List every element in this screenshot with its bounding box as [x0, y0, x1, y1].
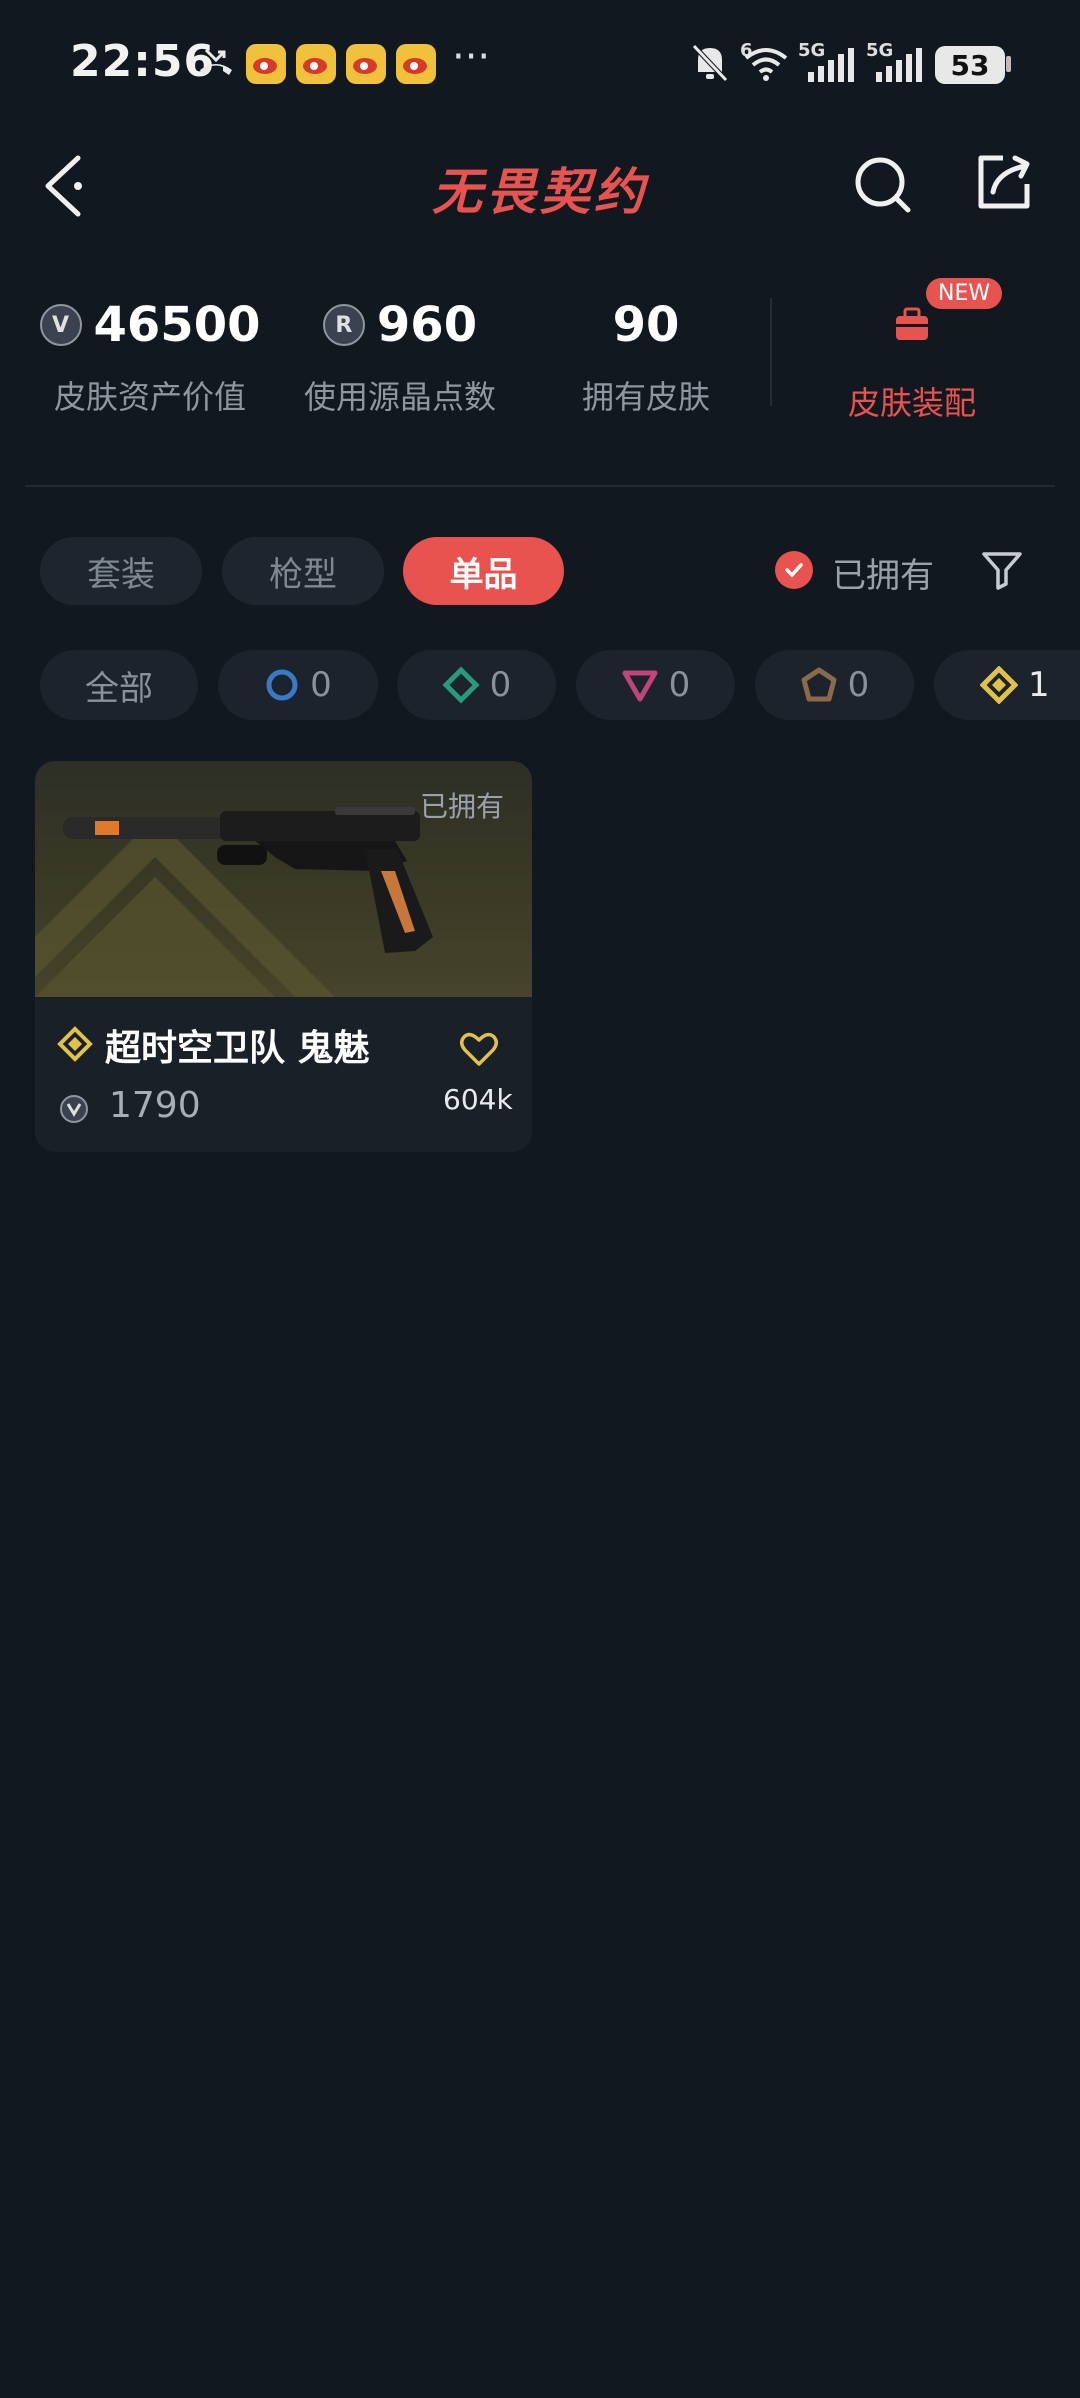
wifi-icon: [744, 48, 788, 81]
back-arrow-icon[interactable]: [40, 150, 90, 220]
weibo-app-icon: [396, 44, 436, 84]
owned-filter-label[interactable]: 已拥有: [832, 548, 934, 597]
divider: [25, 485, 1055, 487]
tab-single-items[interactable]: 单品: [403, 537, 564, 605]
heart-icon[interactable]: [459, 1031, 499, 1067]
share-icon[interactable]: [975, 152, 1033, 212]
more-notifications: ···: [452, 34, 491, 80]
skin-likes: 604k: [443, 1083, 513, 1116]
asset-value-label: 皮肤资产价值: [53, 378, 246, 416]
skin-loadout-button[interactable]: 皮肤装配: [848, 378, 976, 424]
select-tier-icon: [266, 669, 298, 701]
weibo-app-icon: [346, 44, 386, 84]
rarity-chip-exclusive[interactable]: 1: [934, 650, 1080, 720]
skin-image: 已拥有: [35, 761, 532, 997]
search-icon[interactable]: [852, 154, 914, 216]
premium-tier-icon: [622, 670, 658, 702]
radianite-value: 960: [376, 297, 478, 353]
filter-icon[interactable]: [980, 548, 1024, 592]
stats-divider: [770, 298, 772, 406]
stat-owned-skins: 90 拥有皮肤: [546, 290, 746, 418]
skin-name: 超时空卫队 鬼魅: [105, 1028, 370, 1069]
rarity-chip-label: 全部: [85, 668, 153, 709]
weibo-app-icon: [296, 44, 336, 84]
stat-radianite: R 960 使用源晶点数: [290, 290, 510, 418]
tab-bundles[interactable]: 套装: [40, 537, 202, 605]
rarity-chip-select[interactable]: 0: [218, 650, 378, 720]
cell-signal-icon: [876, 48, 922, 82]
ultra-tier-icon: [801, 667, 837, 702]
battery-indicator: 53: [935, 46, 1005, 84]
rarity-chip-count: 0: [847, 665, 870, 705]
rarity-chip-count: 0: [668, 665, 691, 705]
owned-checkbox[interactable]: [775, 551, 813, 589]
stat-asset-value: V 46500 皮肤资产价值: [39, 290, 261, 418]
battery-tip: [1006, 56, 1011, 72]
exclusive-tier-icon: [57, 1026, 93, 1062]
rarity-chip-ultra[interactable]: 0: [755, 650, 914, 720]
loadout-briefcase-icon[interactable]: [892, 304, 932, 344]
rarity-chip-count: 0: [310, 665, 332, 705]
mute-icon: [692, 44, 728, 82]
status-time: 22:56: [70, 36, 216, 87]
skin-price: 1790: [109, 1085, 201, 1126]
owned-skins-value: 90: [612, 297, 680, 353]
owned-tag: 已拥有: [419, 790, 504, 823]
radianite-points-icon: R: [322, 304, 365, 346]
rarity-chip-count: 0: [489, 665, 512, 705]
check-icon: [785, 563, 803, 577]
rarity-chip-deluxe[interactable]: 0: [397, 650, 556, 720]
rarity-chip-count: 1: [1028, 665, 1050, 705]
radianite-label: 使用源晶点数: [303, 378, 496, 416]
rarity-chip-premium[interactable]: 0: [576, 650, 735, 720]
app-logo: 无畏契约: [432, 163, 648, 221]
valorant-points-icon: [60, 1095, 88, 1123]
asset-value: 46500: [93, 297, 261, 353]
rarity-chip-all[interactable]: 全部: [40, 650, 198, 720]
status-bar: 22:56 ··· 6 5G 5G 53: [0, 0, 1080, 130]
weibo-app-icon: [246, 44, 286, 84]
exclusive-tier-icon: [980, 666, 1018, 704]
cell-signal-icon: [808, 48, 854, 82]
missed-call-icon: [200, 48, 232, 75]
new-badge: NEW: [926, 278, 1003, 309]
owned-skins-label: 拥有皮肤: [581, 378, 710, 416]
valorant-points-icon: V: [39, 304, 82, 346]
tab-weapon-type[interactable]: 枪型: [222, 537, 384, 605]
skin-card[interactable]: 已拥有 超时空卫队 鬼魅 1790 604k: [35, 761, 532, 1152]
deluxe-tier-icon: [442, 666, 480, 704]
